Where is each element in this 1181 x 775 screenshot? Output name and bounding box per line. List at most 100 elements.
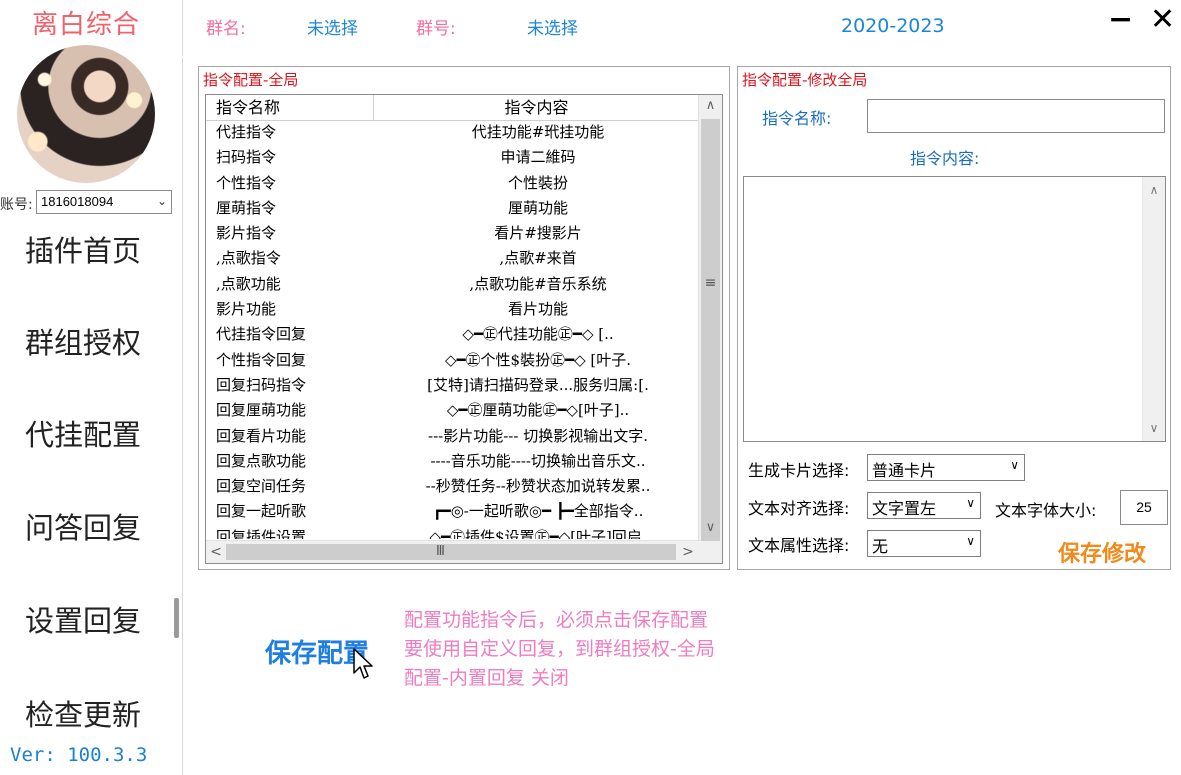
row-command-name: 回复看片功能 [216,426,307,445]
table-row[interactable]: 回复看片功能 ---影片功能--- 切换影视输出文字. [206,424,699,449]
row-command-content: ◇━㊣插件$设置㊣━◇[叶子]回启. [429,527,647,539]
account-select[interactable]: 1816018094 ⌄ [36,190,172,214]
row-command-name: 影片功能 [216,300,277,319]
attr-select-value: 无 [872,537,889,556]
year-range: 2020-2023 [841,15,945,37]
notice-text: 配置功能指令后，必须点击保存配置 要使用自定义回复，到群组授权-全局 配置-内置… [404,606,715,693]
scroll-down-icon[interactable]: ∨ [699,517,722,539]
table-vertical-scrollbar[interactable]: ∧ ≡ ∨ [698,95,722,547]
scroll-left-icon[interactable]: < [206,541,226,563]
table-row[interactable]: 个性指令 个性裝扮 [206,171,699,196]
table-row[interactable]: 厘萌指令 厘萌功能 [206,196,699,221]
avatar[interactable] [17,45,155,183]
row-command-content: ----音乐功能----切换输出音乐文.. [430,451,646,470]
row-command-name: 代挂指令回复 [216,325,307,344]
scroll-grip-icon: ≡ [704,275,717,291]
column-header-content[interactable]: 指令内容 [374,95,699,120]
app-title: 离白综合 [31,10,140,40]
sidebar-scrollbar[interactable] [174,598,179,638]
table-row[interactable]: 影片功能 看片功能 [206,297,699,322]
row-command-name: 影片指令 [216,224,277,243]
command-content-textarea[interactable]: ∧ ∨ [743,176,1166,442]
chevron-down-icon: ∨ [966,496,975,510]
row-command-content: [艾特]请扫描码登录...服务归属:[. [427,375,649,394]
table-row[interactable]: 回复扫码指令 [艾特]请扫描码登录...服务归属:[. [206,373,699,398]
account-label: 账号: [0,197,33,213]
chevron-down-icon: ∨ [966,534,975,548]
sidebar: 离白综合 账号: 1816018094 ⌄ 插件首页 群组授权 代挂配置 问答回… [0,0,183,775]
row-command-content: 代挂功能#玳挂功能 [471,123,605,141]
edit-panel-title: 指令配置-修改全局 [742,71,868,89]
scroll-up-icon[interactable]: ∧ [699,95,722,117]
row-command-content: ◇━㊣代挂功能㊣━◇ [.. [462,325,614,344]
nav-item-plugin-home[interactable]: 插件首页 [0,228,166,270]
mouse-cursor-icon [353,648,373,679]
align-select[interactable]: 文字置左 ∨ [867,492,981,519]
account-select-value: 1816018094 [41,194,114,209]
font-size-input[interactable]: 25 [1120,490,1168,525]
table-row[interactable]: 回复厘萌功能 ◇━㊣厘萌功能㊣━◇[叶子].. [206,398,699,423]
table-row[interactable]: 回复插件设置 ◇━㊣插件$设置㊣━◇[叶子]回启. [206,525,699,539]
row-command-name: ,点歌指令 [216,249,281,268]
table-row[interactable]: 回复空间任务 --秒赞任务--秒赞状态加说转发累.. [206,474,699,499]
row-command-content: 厘萌功能 [507,198,568,217]
scroll-thumb[interactable] [701,119,720,547]
table-row[interactable]: 代挂指令回复 ◇━㊣代挂功能㊣━◇ [.. [206,322,699,347]
table-row[interactable]: 回复一起听歌 ┏━◎-一起听歌◎━ ┣━全部指令.. [206,499,699,524]
table-row[interactable]: ,点歌指令 ,点歌#来首 [206,246,699,271]
nav-item-proxy-config[interactable]: 代挂配置 [0,412,166,454]
scroll-up-icon[interactable]: ∧ [1143,179,1165,201]
group-name-value: 未选择 [307,19,358,39]
row-command-name: 回复一起听歌 [216,502,307,521]
table-row[interactable]: 个性指令回复 ◇━㊣个性$裝扮㊣━◇ [叶子. [206,348,699,373]
font-size-label: 文本字体大小: [995,501,1097,520]
row-command-name: 扫码指令 [216,148,277,167]
table-row[interactable]: 影片指令 看片#搜影片 [206,221,699,246]
table-horizontal-scrollbar[interactable]: < Ⅲ > [206,540,700,563]
row-command-content: --秒赞任务--秒赞状态加说转发累.. [425,477,651,496]
header-divider [182,0,183,56]
row-command-content: ---影片功能--- 切换影视输出文字. [428,426,648,445]
attr-select[interactable]: 无 ∨ [867,530,981,557]
nav-item-set-reply[interactable]: 设置回复 [0,598,166,640]
row-command-name: 个性指令 [216,173,277,192]
command-name-label: 指令名称: [762,109,832,128]
version-label: Ver: 100.3.3 [10,744,148,766]
command-table[interactable]: 指令名称 指令内容 代挂指令 代挂功能#玳挂功能扫码指令 申请二維码个性指令 个性裝扮… [205,94,723,564]
command-name-input[interactable] [867,99,1165,133]
table-row[interactable]: 代挂指令 代挂功能#玳挂功能 [206,120,699,145]
notice-line: 要使用自定义回复，到群组授权-全局 [404,638,715,660]
minimize-button[interactable]: − [1108,2,1133,37]
nav-item-group-auth[interactable]: 群组授权 [0,320,166,362]
row-command-content: ,点歌#来首 [499,249,577,268]
command-panel-title: 指令配置-全局 [203,71,299,89]
table-row[interactable]: 扫码指令 申请二維码 [206,145,699,170]
row-command-content: ,点歌功能#音乐系统 [469,274,607,293]
group-name-label: 群名: [206,19,246,39]
close-button[interactable]: ✕ [1150,2,1175,37]
card-select-value: 普通卡片 [872,461,937,480]
group-id-value: 未选择 [527,19,578,39]
column-header-name[interactable]: 指令名称 [206,95,374,120]
scroll-down-icon[interactable]: ∨ [1143,417,1165,439]
save-edit-button[interactable]: 保存修改 [1058,536,1146,568]
nav-item-check-update[interactable]: 检查更新 [0,692,166,734]
card-select[interactable]: 普通卡片 ∨ [867,454,1025,481]
h-scroll-thumb[interactable] [226,544,676,560]
row-command-content: ◇━㊣个性$裝扮㊣━◇ [叶子. [444,350,632,369]
textarea-scrollbar[interactable]: ∧ ∨ [1142,177,1165,441]
sidebar-divider [182,58,183,775]
row-command-name: 厘萌指令 [216,198,277,217]
scroll-right-icon[interactable]: > [678,541,698,563]
group-id-label: 群号: [416,19,456,39]
notice-line: 配置-内置回复 关闭 [404,667,569,689]
table-row[interactable]: 回复点歌功能 ----音乐功能----切换输出音乐文.. [206,449,699,474]
row-command-name: 回复点歌功能 [216,451,307,470]
row-command-content: 看片#搜影片 [494,224,582,243]
nav-item-qa-reply[interactable]: 问答回复 [0,505,166,547]
table-row[interactable]: ,点歌功能 ,点歌功能#音乐系统 [206,272,699,297]
row-command-content: 申请二維码 [500,148,576,167]
chevron-down-icon: ⌄ [156,194,167,208]
row-command-content: ◇━㊣厘萌功能㊣━◇[叶子].. [446,401,630,420]
row-command-name: 回复厘萌功能 [216,401,307,420]
